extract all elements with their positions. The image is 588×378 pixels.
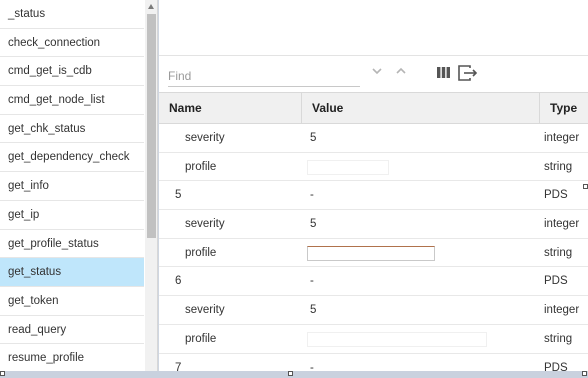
cell-type: PDS <box>544 189 568 202</box>
table-row[interactable]: 6 - PDS <box>159 267 588 297</box>
cell-type: PDS <box>544 275 568 288</box>
grid-header: Name Value Type <box>159 92 588 124</box>
cell-name: severity <box>185 304 225 317</box>
export-icon[interactable] <box>457 64 479 82</box>
resize-handle-right[interactable] <box>583 184 588 189</box>
resize-handle-bottom-right[interactable] <box>582 371 587 376</box>
column-header-value[interactable]: Value <box>302 93 540 123</box>
table-row[interactable]: profile string <box>159 153 588 182</box>
result-header-area <box>159 0 588 56</box>
chevron-down-icon[interactable] <box>370 64 384 82</box>
command-item-cmd-get-node-list[interactable]: cmd_get_node_list <box>0 86 144 115</box>
cell-type: integer <box>544 218 580 231</box>
command-item-cmd-get-is-cdb[interactable]: cmd_get_is_cdb <box>0 57 144 87</box>
cell-value: 5 <box>310 304 317 317</box>
cell-type: integer <box>544 304 580 317</box>
table-row[interactable]: 7 - PDS <box>159 354 588 372</box>
grid-toolbar <box>159 56 588 92</box>
command-item-get-info[interactable]: get_info <box>0 172 144 201</box>
scrollbar-thumb[interactable] <box>147 14 156 238</box>
profile-value-field[interactable] <box>307 245 435 261</box>
command-item-check-connection[interactable]: check_connection <box>0 29 144 58</box>
command-item-read-query[interactable]: read_query <box>0 316 144 345</box>
column-header-name[interactable]: Name <box>159 93 302 123</box>
editor-frame-edge <box>0 371 588 378</box>
cell-name: 6 <box>175 275 182 288</box>
scroll-up-arrow-icon[interactable] <box>148 4 154 9</box>
cell-value: - <box>310 361 314 372</box>
table-row[interactable]: severity 5 integer <box>159 124 588 153</box>
find-input[interactable] <box>168 65 360 87</box>
profile-value-field[interactable] <box>307 159 389 175</box>
command-item-status[interactable]: _status <box>0 0 144 29</box>
profile-value-field[interactable] <box>307 331 487 347</box>
chevron-up-icon[interactable] <box>394 64 408 82</box>
result-panel: Name Value Type severity5integerprofiles… <box>159 0 588 371</box>
cell-name: profile <box>185 246 217 259</box>
cell-name: 7 <box>175 361 182 372</box>
cell-value: - <box>310 275 314 288</box>
table-row[interactable]: profile string <box>159 325 588 354</box>
command-item-get-token[interactable]: get_token <box>0 287 144 316</box>
table-row[interactable]: severity 5 integer <box>159 296 588 325</box>
cell-name: profile <box>185 160 217 173</box>
table-row[interactable]: severity 5 integer <box>159 210 588 239</box>
command-list: _status check_connection cmd_get_is_cdb cmd… <box>0 0 144 371</box>
cell-type: integer <box>544 132 580 144</box>
command-list-panel: _status check_connection cmd_get_is_cdb cmd… <box>0 0 158 371</box>
command-item-get-dependency-check[interactable]: get_dependency_check <box>0 143 144 173</box>
cell-type: string <box>544 332 573 345</box>
cell-name: profile <box>185 332 217 345</box>
command-item-get-profile-status[interactable]: get_profile_status <box>0 230 144 259</box>
cell-name: severity <box>185 218 225 231</box>
columns-icon[interactable] <box>436 64 451 82</box>
cell-type: PDS <box>544 361 568 372</box>
command-item-get-ip[interactable]: get_ip <box>0 201 144 230</box>
command-item-resume-profile[interactable]: resume_profile <box>0 344 144 371</box>
grid-body: severity 5 integer profile string 5 - PDS severi… <box>159 124 588 371</box>
command-list-scrollbar[interactable] <box>145 0 157 371</box>
cell-value: 5 <box>310 218 317 231</box>
table-row[interactable]: profile string <box>159 239 588 268</box>
table-row[interactable]: 5 - PDS <box>159 181 588 211</box>
command-item-get-status[interactable]: get_status <box>0 258 144 287</box>
cell-name: severity <box>185 132 225 144</box>
resize-handle-bottom[interactable] <box>288 371 293 376</box>
cell-value: - <box>310 189 314 202</box>
column-header-type[interactable]: Type <box>540 93 588 123</box>
cell-value: 5 <box>310 132 317 144</box>
cell-type: string <box>544 246 573 259</box>
command-item-get-chk-status[interactable]: get_chk_status <box>0 115 144 144</box>
resize-handle-bottom-left[interactable] <box>0 371 5 376</box>
cell-type: string <box>544 160 573 173</box>
cell-name: 5 <box>175 189 182 202</box>
